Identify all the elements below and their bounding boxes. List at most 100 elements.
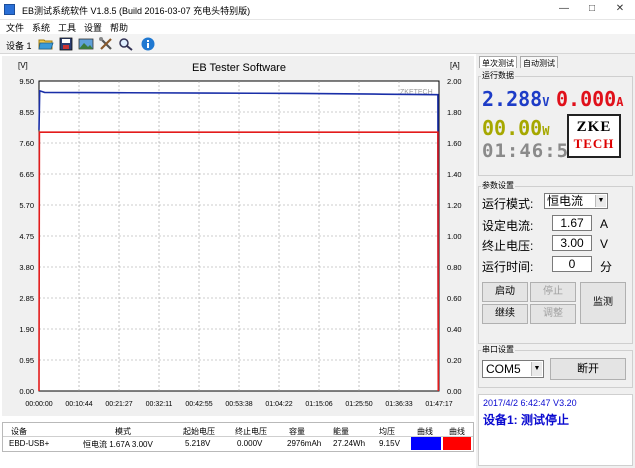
current-display: 0.000A (556, 87, 624, 111)
table-cell-end-voltage: 0.000V (237, 439, 263, 448)
table-cell-capacity: 2976mAh (287, 439, 322, 448)
chart-panel: EB Tester Software [V] [A] ZKETECH 9.50 2.00 8… (2, 56, 474, 416)
chevron-down-icon: ▼ (531, 362, 542, 376)
curve-color-swatch-current[interactable] (443, 437, 471, 450)
cutoff-voltage-unit: V (600, 237, 609, 251)
y-tick-right: 0.00 (447, 387, 462, 396)
maximize-button[interactable]: □ (584, 2, 600, 16)
y-tick-right: 1.20 (447, 201, 462, 210)
cutoff-voltage-label: 终止电压: (482, 239, 534, 253)
menu-system[interactable]: 系统 (32, 21, 50, 34)
tools-icon[interactable] (98, 37, 114, 51)
y-tick-left: 1.90 (19, 325, 34, 334)
y-tick-right: 0.40 (447, 325, 462, 334)
disconnect-button[interactable]: 断开 (550, 358, 626, 380)
x-tick: 01:47:17 (425, 401, 452, 408)
menu-file[interactable]: 文件 (6, 21, 24, 34)
adjust-button[interactable]: 调整 (530, 304, 576, 324)
tab-single-test[interactable]: 单次测试 (479, 56, 517, 68)
image-icon[interactable] (78, 37, 94, 51)
status-message: 设备1: 测试停止 (483, 413, 570, 427)
x-tick: 01:15:06 (305, 401, 332, 408)
curve-color-swatch-voltage[interactable] (411, 437, 441, 450)
table-cell-avg-voltage: 9.15V (379, 439, 400, 448)
continue-button[interactable]: 继续 (482, 304, 528, 324)
menu-tools[interactable]: 工具 (58, 21, 76, 34)
left-axis-unit: [V] (18, 61, 28, 70)
right-axis-unit: [A] (450, 61, 460, 70)
tab-auto-test[interactable]: 自动测试 (520, 56, 558, 68)
run-time-unit: 分 (600, 260, 613, 274)
set-current-label: 设定电流: (482, 219, 534, 233)
y-tick-left: 2.85 (19, 294, 34, 303)
status-timestamp: 2017/4/2 6:42:47 V3.20 (483, 398, 577, 408)
close-button[interactable]: ✕ (612, 2, 628, 16)
minimize-button[interactable]: — (556, 2, 572, 16)
y-tick-left: 0.95 (19, 356, 34, 365)
set-current-input[interactable]: 1.67 (552, 215, 592, 231)
power-display: 00.00W (482, 116, 550, 140)
x-tick: 01:36:33 (385, 401, 412, 408)
x-tick: 00:53:38 (225, 401, 252, 408)
chart-svg: EB Tester Software[V] [A]ZKETECH9.50 2.008… (18, 61, 462, 408)
table-cell-start-voltage: 5.218V (185, 439, 211, 448)
y-tick-left: 6.65 (19, 170, 34, 179)
y-tick-right: 0.80 (447, 263, 462, 272)
x-tick: 01:04:22 (265, 401, 292, 408)
y-tick-right: 1.40 (447, 170, 462, 179)
menu-bar: 文件 系统 工具 设置 帮助 (0, 20, 635, 34)
table-cell-device: EBD-USB+ (9, 439, 50, 448)
mode-select[interactable]: 恒电流 ▼ (544, 193, 608, 209)
x-tick: 00:42:55 (185, 401, 212, 408)
save-icon[interactable] (58, 37, 74, 51)
y-tick-left: 9.50 (19, 77, 34, 86)
window-title: EB测试系统软件 V1.8.5 (Build 2016-03-07 充电头特别版… (22, 6, 251, 16)
voltage-display: 2.288V (482, 87, 550, 111)
monitor-button[interactable]: 监测 (580, 282, 626, 324)
y-tick-right: 0.60 (447, 294, 462, 303)
device-label: 设备 1 (6, 41, 32, 51)
y-tick-left: 8.55 (19, 108, 34, 117)
chevron-down-icon: ▼ (595, 195, 606, 207)
zketech-logo: ZKE TECH (567, 114, 621, 158)
status-box: 2017/4/2 6:42:47 V3.20 设备1: 测试停止 (478, 394, 633, 466)
com-port-select[interactable]: COM5 ▼ (482, 360, 544, 378)
menu-settings[interactable]: 设置 (84, 21, 102, 34)
results-table: 设备 模式 起始电压 终止电压 容量 能量 均压 曲线 曲线 EBD-USB+ … (2, 422, 474, 452)
x-tick: 00:21:27 (105, 401, 132, 408)
y-tick-left: 0.00 (19, 387, 34, 396)
x-tick: 01:25:50 (345, 401, 372, 408)
y-tick-left: 4.75 (19, 232, 34, 241)
toolbar: 设备 1 (0, 34, 635, 54)
menu-help[interactable]: 帮助 (110, 21, 128, 34)
run-time-input[interactable]: 0 (552, 256, 592, 272)
x-tick: 00:10:44 (65, 401, 92, 408)
open-folder-icon[interactable] (38, 37, 54, 51)
right-panel: 单次测试 自动测试 运行数据 2.288V 0.000A 00.00W 01:4… (476, 54, 635, 468)
params-title: 参数设置 (481, 180, 515, 191)
start-button[interactable]: 启动 (482, 282, 528, 302)
set-current-unit: A (600, 217, 609, 231)
stop-button[interactable]: 停止 (530, 282, 576, 302)
app-icon (4, 4, 15, 15)
y-tick-left: 7.60 (19, 139, 34, 148)
y-tick-right: 2.00 (447, 77, 462, 86)
table-divider (3, 436, 473, 437)
table-cell-energy: 27.24Wh (333, 439, 366, 448)
run-time-label: 运行时间: (482, 260, 534, 274)
info-icon[interactable] (140, 37, 156, 51)
y-tick-right: 1.00 (447, 232, 462, 241)
y-tick-right: 1.80 (447, 108, 462, 117)
table-cell-mode: 恒电流 1.67A 3.00V (83, 440, 153, 449)
run-data-title: 运行数据 (481, 70, 515, 81)
y-tick-left: 3.80 (19, 263, 34, 272)
x-tick: 00:32:11 (146, 401, 173, 408)
cutoff-voltage-input[interactable]: 3.00 (552, 235, 592, 251)
x-tick: 00:00:00 (25, 401, 52, 408)
y-tick-right: 0.20 (447, 356, 462, 365)
serial-title: 串口设置 (481, 344, 515, 355)
y-tick-left: 5.70 (19, 201, 34, 210)
chart-title: EB Tester Software (192, 62, 286, 74)
title-bar: EB测试系统软件 V1.8.5 (Build 2016-03-07 充电头特别版… (0, 0, 635, 20)
search-icon[interactable] (118, 37, 134, 51)
